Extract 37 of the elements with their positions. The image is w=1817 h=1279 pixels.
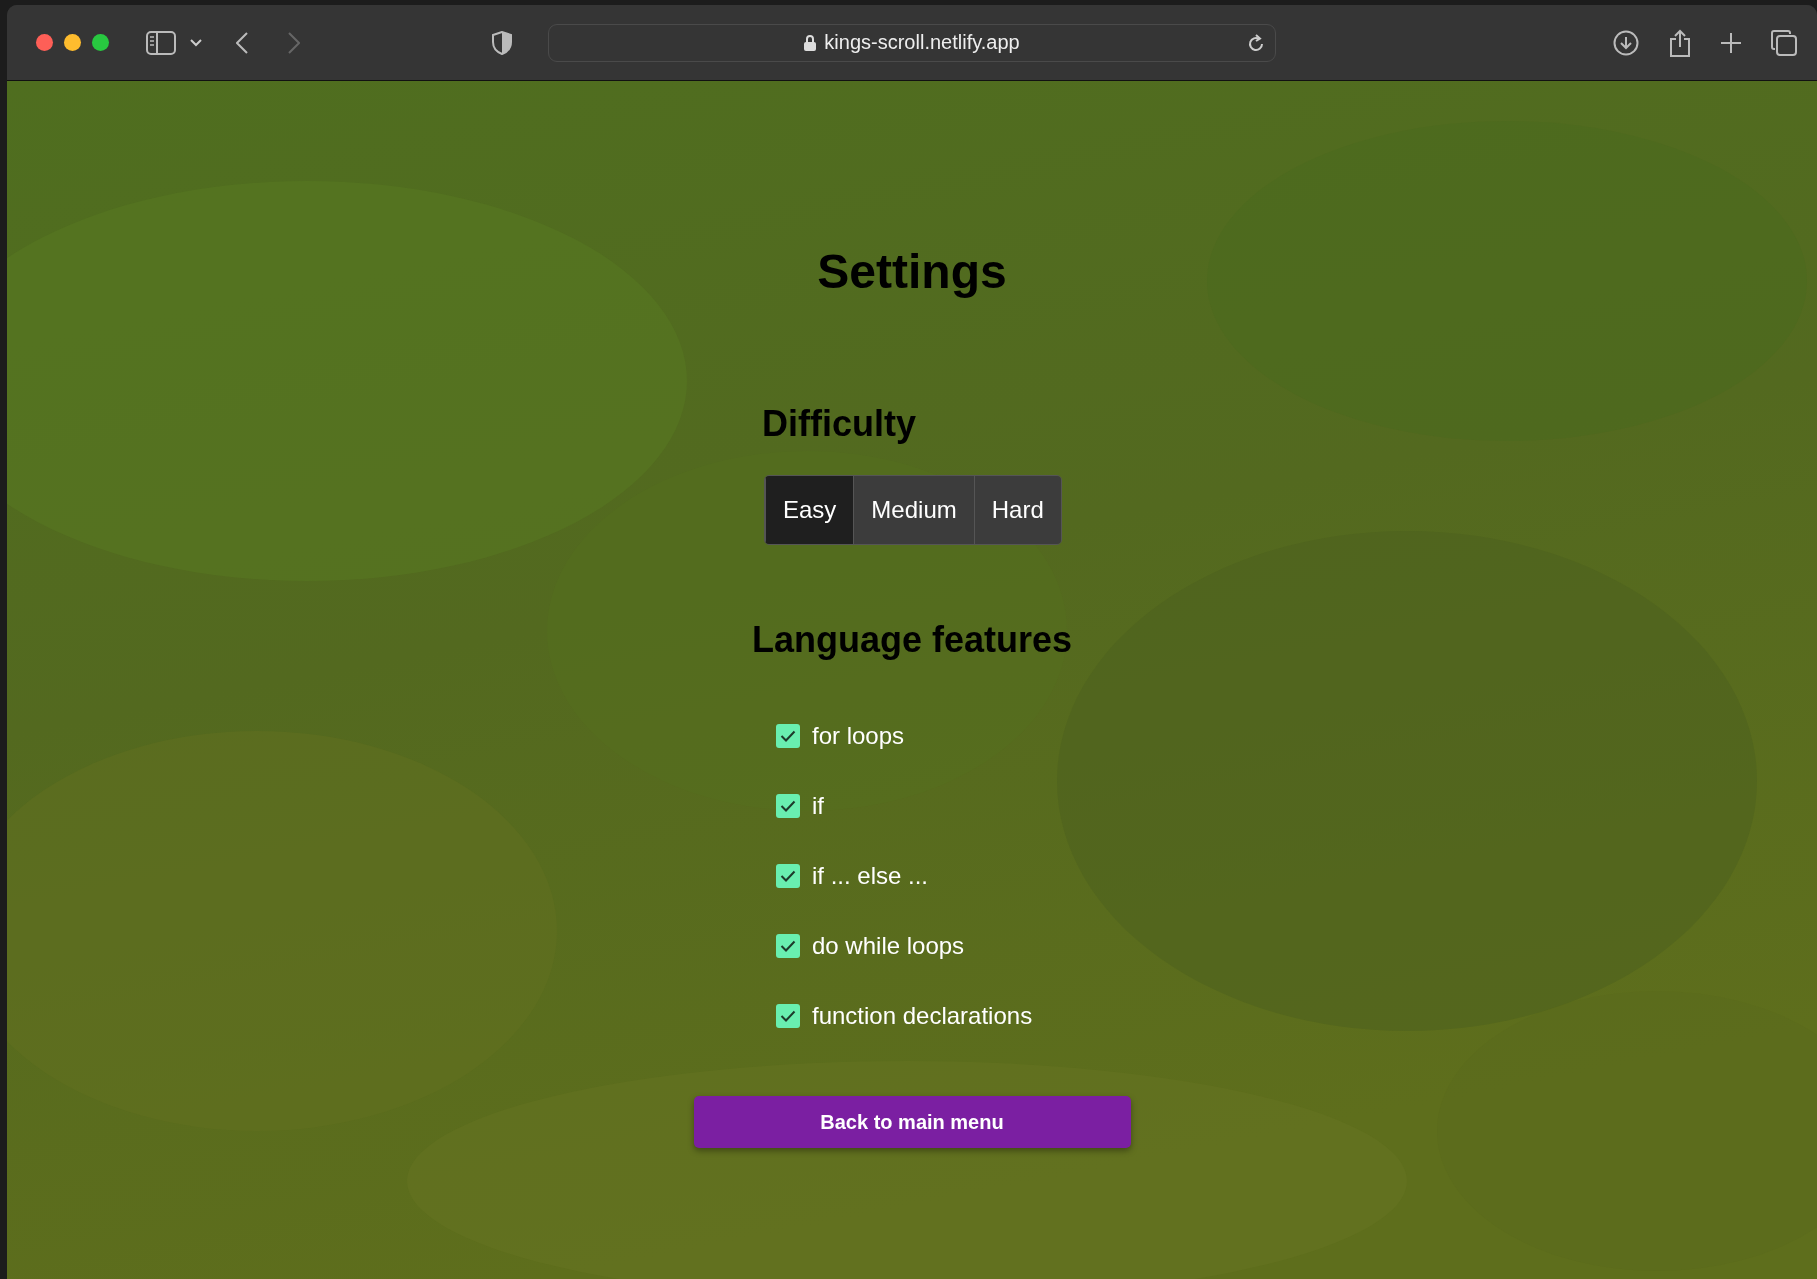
check-icon <box>780 870 796 882</box>
difficulty-tab[interactable]: Easy <box>765 476 854 544</box>
checkbox[interactable] <box>776 1004 800 1028</box>
maximize-icon[interactable] <box>92 34 109 51</box>
page-title: Settings <box>817 244 1007 300</box>
url-text: kings-scroll.netlify.app <box>824 31 1020 54</box>
checkbox-label: if ... else ... <box>812 862 929 890</box>
checkbox-label: function declarations <box>812 1002 1033 1030</box>
check-icon <box>780 800 796 812</box>
lock-icon <box>804 34 817 51</box>
back-icon[interactable] <box>236 31 248 54</box>
check-icon <box>780 940 796 952</box>
shield-icon[interactable] <box>492 30 512 55</box>
share-icon[interactable] <box>1669 28 1691 57</box>
checkbox[interactable] <box>776 724 800 748</box>
section-heading: Difficulty <box>762 403 917 445</box>
check-icon <box>780 1010 796 1022</box>
check-icon <box>780 730 796 742</box>
plus-icon[interactable] <box>1721 32 1741 53</box>
sidebar-icon[interactable] <box>146 30 176 55</box>
reload-icon[interactable] <box>1247 32 1265 53</box>
checkbox-label: if <box>812 792 824 820</box>
checkbox[interactable] <box>776 794 800 818</box>
close-icon[interactable] <box>36 34 53 51</box>
checkbox[interactable] <box>776 934 800 958</box>
download-icon[interactable] <box>1613 29 1639 56</box>
difficulty-tab[interactable]: Medium <box>853 476 974 544</box>
chevron-down-icon[interactable] <box>190 38 202 47</box>
address-bar[interactable]: kings-scroll.netlify.app <box>548 23 1276 62</box>
minimize-icon[interactable] <box>64 34 81 51</box>
difficulty-tab[interactable]: Hard <box>973 476 1061 544</box>
back-button[interactable]: Back to main menu <box>693 1096 1131 1148</box>
tabs-icon[interactable] <box>1771 29 1797 56</box>
checkbox[interactable] <box>776 864 800 888</box>
checkbox-label: do while loops <box>812 932 965 960</box>
section-heading: Language features <box>751 619 1073 661</box>
checkbox-label: for loops <box>812 722 905 750</box>
